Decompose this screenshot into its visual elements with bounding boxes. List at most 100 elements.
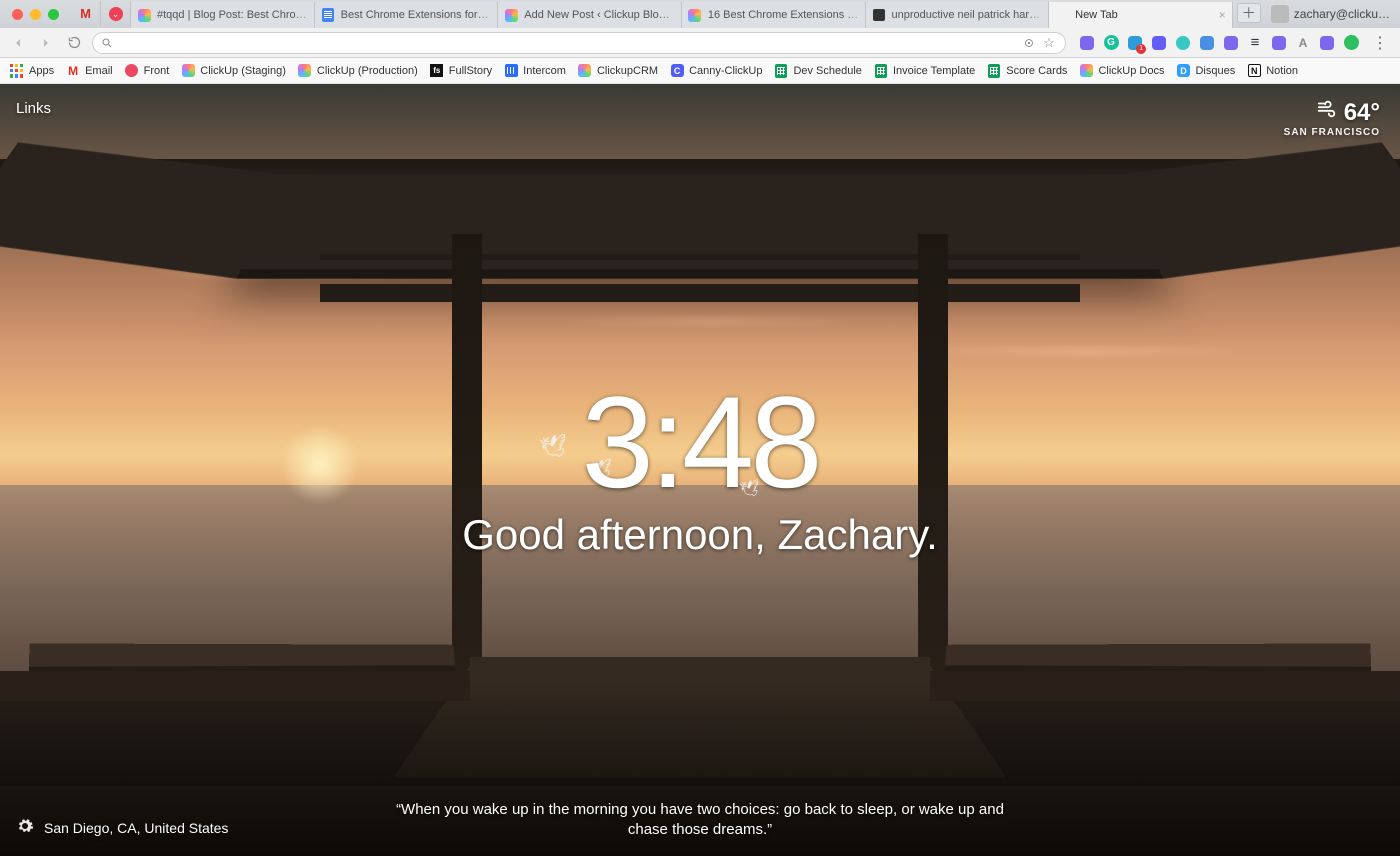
bookmark-label: Apps	[29, 65, 54, 77]
address-input[interactable]	[117, 36, 1017, 50]
tab[interactable]: #tqqd | Blog Post: Best Chrom…	[131, 2, 315, 28]
clock: 3:48	[0, 377, 1400, 507]
reload-icon	[67, 35, 82, 50]
links-button[interactable]: Links	[16, 100, 51, 117]
clickup-icon	[578, 64, 592, 78]
extension-signal[interactable]: 1	[1126, 34, 1144, 52]
fullstory-icon: fs	[430, 64, 444, 78]
window-zoom-button[interactable]	[48, 9, 59, 20]
bookmark-label: ClickUp (Staging)	[200, 65, 286, 77]
extension-clickup[interactable]	[1078, 34, 1096, 52]
google-sheet-icon	[874, 64, 888, 78]
pinned-tab-gmail[interactable]: M	[71, 1, 101, 27]
notion-icon: N	[1247, 64, 1261, 78]
window-minimize-button[interactable]	[30, 9, 41, 20]
bookmark-label: Score Cards	[1006, 65, 1067, 77]
clickup-icon	[1079, 64, 1093, 78]
site-info-icon[interactable]	[1021, 35, 1037, 51]
clickup2-icon	[1224, 36, 1238, 50]
bookmark-label: Dev Schedule	[793, 65, 862, 77]
bookmark-label: Invoice Template	[893, 65, 975, 77]
bookmark-label: Notion	[1266, 65, 1298, 77]
weather-widget[interactable]: 64° SAN FRANCISCO	[1284, 98, 1380, 138]
window-close-button[interactable]	[12, 9, 23, 20]
bookmark-label: ClickUp (Production)	[317, 65, 418, 77]
disqus-icon: D	[1176, 64, 1190, 78]
omnibox[interactable]: ☆	[92, 32, 1066, 54]
tab[interactable]: Best Chrome Extensions for P…	[315, 2, 499, 28]
photo-info: San Diego, CA, United States	[16, 817, 228, 838]
extension-circle[interactable]	[1174, 34, 1192, 52]
extension-grammarly[interactable]: G	[1102, 34, 1120, 52]
bookmark-item[interactable]: ClickUp (Production)	[298, 64, 418, 78]
tab[interactable]: 16 Best Chrome Extensions fo…	[682, 2, 866, 28]
settings-button[interactable]	[16, 817, 34, 838]
bookmark-item[interactable]: Dev Schedule	[774, 64, 862, 78]
viewport: 🕊 🕊 🕊 Links 64° SAN FRANCISCO 3:48 Good …	[0, 84, 1400, 856]
bookmark-item[interactable]: ClickUp (Staging)	[181, 64, 286, 78]
bookmark-item[interactable]: Front	[125, 64, 170, 78]
back-button[interactable]	[8, 33, 28, 53]
quote[interactable]: “When you wake up in the morning you hav…	[390, 800, 1010, 841]
extension-loom[interactable]	[1150, 34, 1168, 52]
bookmark-item[interactable]: MEmail	[66, 64, 113, 78]
browser-window: M ⌄ #tqqd | Blog Post: Best Chrom…Best C…	[0, 0, 1400, 856]
profile-switcher[interactable]: zachary@clicku…	[1265, 0, 1400, 28]
clickup-icon	[688, 8, 702, 22]
clickup-icon	[504, 8, 518, 22]
forward-button[interactable]	[36, 33, 56, 53]
tab-title: Add New Post ‹ Clickup Blog – …	[524, 9, 675, 21]
bookmark-item[interactable]: ClickUp Docs	[1079, 64, 1164, 78]
tab-strip: M ⌄ #tqqd | Blog Post: Best Chrom…Best C…	[0, 0, 1400, 28]
reload-button[interactable]	[64, 33, 84, 53]
bookmark-item[interactable]: ClickupCRM	[578, 64, 658, 78]
intercom-icon	[504, 64, 518, 78]
bookmark-item[interactable]: DDisques	[1176, 64, 1235, 78]
bookmark-label: Intercom	[523, 65, 566, 77]
extension-buffer[interactable]: ≡	[1246, 34, 1264, 52]
google-doc-icon	[321, 8, 335, 22]
chrome-menu-button[interactable]: ⋮	[1368, 33, 1392, 53]
grammarly-icon: G	[1104, 35, 1119, 50]
bookmark-item[interactable]: Invoice Template	[874, 64, 975, 78]
bookmark-item[interactable]: CCanny-ClickUp	[670, 64, 762, 78]
tab[interactable]: Add New Post ‹ Clickup Blog – …	[498, 2, 682, 28]
aa-icon: A	[1299, 36, 1308, 50]
bookmark-label: Front	[144, 65, 170, 77]
temperature: 64°	[1344, 99, 1380, 127]
extension-clickup4[interactable]	[1318, 34, 1336, 52]
circle-icon	[1176, 36, 1190, 50]
gear-icon	[16, 817, 34, 835]
clickup3-icon	[1272, 36, 1286, 50]
extension-clickup2[interactable]	[1222, 34, 1240, 52]
front-icon	[125, 64, 139, 78]
tab[interactable]: New Tab×	[1049, 2, 1233, 28]
extension-evernote[interactable]	[1342, 34, 1360, 52]
extension-icons: G 1 ≡ A	[1074, 34, 1360, 52]
extension-aa[interactable]: A	[1294, 34, 1312, 52]
bookmarks-bar: Apps MEmail Front ClickUp (Staging) ClickUp …	[0, 58, 1400, 84]
extension-momentum[interactable]	[1198, 34, 1216, 52]
google-sheet-icon	[774, 64, 788, 78]
bookmark-item[interactable]: N Notion	[1247, 64, 1298, 78]
avatar-icon	[1271, 5, 1289, 23]
bookmark-item[interactable]: Apps	[10, 64, 54, 78]
bookmark-item[interactable]: fsFullStory	[430, 64, 492, 78]
extension-clickup3[interactable]	[1270, 34, 1288, 52]
tab[interactable]: unproductive neil patrick harri…	[866, 2, 1050, 28]
pinned-tab-pocket[interactable]: ⌄	[101, 1, 131, 27]
bookmark-star-button[interactable]: ☆	[1041, 35, 1057, 51]
greeting: Good afternoon, Zachary.	[0, 511, 1400, 559]
new-tab-button[interactable]: ＋	[1237, 3, 1261, 23]
badge: 1	[1136, 44, 1146, 54]
bookmark-item[interactable]: Score Cards	[987, 64, 1067, 78]
search-icon	[101, 37, 113, 49]
bookmark-item[interactable]: Intercom	[504, 64, 566, 78]
clickup-icon	[181, 64, 195, 78]
tab-title: New Tab	[1075, 9, 1215, 21]
blank-icon	[1055, 8, 1069, 22]
pocket-icon: ⌄	[109, 7, 123, 21]
wind-icon	[1316, 98, 1338, 127]
bookmark-label: ClickUp Docs	[1098, 65, 1164, 77]
photo-location[interactable]: San Diego, CA, United States	[44, 820, 228, 836]
